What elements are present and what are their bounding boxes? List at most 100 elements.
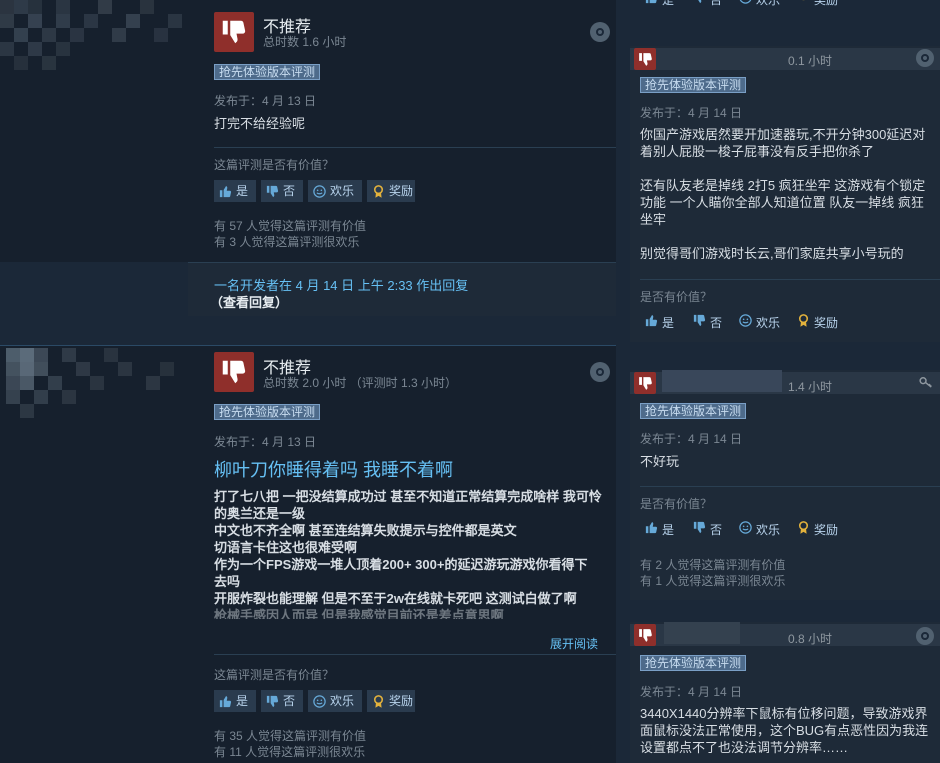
posted-date: 发布于：4 月 13 日 bbox=[214, 94, 317, 108]
avatar-blurred[interactable] bbox=[0, 0, 188, 70]
funny-count: 有 3 人觉得这篇评测很欢乐 bbox=[214, 235, 360, 249]
review-line: 的奥兰还是一级 bbox=[214, 506, 306, 521]
divider bbox=[214, 147, 616, 148]
vote-no-button[interactable]: 否 bbox=[261, 690, 303, 712]
vote-funny-label: 欢乐 bbox=[756, 522, 781, 537]
funny-count: 有 11 人觉得这篇评测很欢乐 bbox=[214, 745, 366, 759]
divider bbox=[640, 486, 940, 487]
steam-icon bbox=[916, 49, 934, 67]
thumbs-up-icon bbox=[644, 0, 659, 8]
early-access-badge: 抢先体验版本评测 bbox=[640, 655, 747, 671]
thumbs-up-icon bbox=[644, 520, 659, 538]
award-label: 奖励 bbox=[814, 0, 838, 8]
early-access-badge: 抢先体验版本评测 bbox=[640, 77, 747, 93]
award-button[interactable]: 奖励 bbox=[796, 519, 838, 539]
award-button[interactable]: 奖励 bbox=[367, 180, 415, 202]
side-review-header bbox=[630, 48, 940, 70]
thumbs-down-icon bbox=[692, 0, 707, 8]
divider bbox=[640, 279, 940, 280]
thumbs-down-icon bbox=[265, 184, 280, 199]
vote-no-label: 否 bbox=[283, 694, 296, 708]
award-button[interactable]: 奖励 bbox=[367, 690, 415, 712]
helpful-count: 有 2 人觉得这篇评测有价值 bbox=[640, 558, 786, 572]
award-label: 奖励 bbox=[389, 694, 414, 708]
vote-funny-button[interactable]: 欢乐 bbox=[308, 690, 362, 712]
review-body: 不推荐 总时数 2.0 小时 （评测时 1.3 小时） 抢先体验版本评测 发布于… bbox=[188, 346, 616, 763]
early-access-badge: 抢先体验版本评测 bbox=[214, 404, 321, 420]
read-more-link[interactable]: 展开阅读 bbox=[550, 635, 598, 652]
posted-date: 发布于：4 月 14 日 bbox=[640, 685, 743, 699]
vote-funny-label: 欢乐 bbox=[330, 184, 355, 198]
posted-date: 发布于：4 月 14 日 bbox=[640, 106, 743, 120]
review-card: 不推荐 总时数 1.6 小时 抢先体验版本评测 发布于：4 月 13 日 打完不… bbox=[0, 0, 616, 262]
smile-icon bbox=[312, 694, 327, 709]
helpful-count: 有 57 人觉得这篇评测有价值 bbox=[214, 219, 367, 233]
view-reply-link[interactable]: （查看回复） bbox=[210, 292, 288, 311]
vote-no-button[interactable]: 否 bbox=[692, 312, 722, 332]
vote-no-button[interactable]: 否 bbox=[692, 519, 722, 539]
vote-no-label: 否 bbox=[283, 184, 296, 198]
award-label: 奖励 bbox=[389, 184, 414, 198]
helpful-question: 是否有价值？ bbox=[640, 497, 713, 511]
award-icon bbox=[796, 0, 811, 8]
award-icon bbox=[371, 184, 386, 199]
vote-yes-button[interactable]: 是 bbox=[214, 180, 256, 202]
early-access-badge: 抢先体验版本评测 bbox=[214, 64, 321, 80]
username-blurred[interactable] bbox=[662, 370, 782, 392]
vote-yes-label: 是 bbox=[662, 522, 675, 537]
vote-no-label: 否 bbox=[710, 0, 722, 8]
review-text: 你国产游戏居然要开加速器玩,不开分钟300延迟对着别人屁股一梭子屁事没有反手把你… bbox=[640, 127, 926, 261]
vote-funny-label: 欢乐 bbox=[330, 694, 355, 708]
avatar-blurred[interactable] bbox=[6, 348, 186, 418]
vote-yes-label: 是 bbox=[236, 184, 249, 198]
vote-no-label: 否 bbox=[710, 315, 723, 330]
funny-count: 有 1 人觉得这篇评测很欢乐 bbox=[640, 574, 786, 588]
thumbs-up-icon bbox=[644, 313, 659, 331]
vote-funny-label: 欢乐 bbox=[756, 0, 780, 8]
thumbs-down-icon bbox=[634, 624, 656, 646]
thumbs-down-icon bbox=[214, 352, 254, 392]
divider bbox=[214, 654, 616, 655]
smile-icon bbox=[312, 184, 327, 199]
vote-funny-button[interactable]: 欢乐 bbox=[738, 519, 780, 539]
review-hours: 1.4 小时 bbox=[788, 380, 833, 394]
steam-icon bbox=[590, 362, 610, 382]
review-hours: 总时数 1.6 小时 bbox=[263, 35, 347, 49]
review-body: 不推荐 总时数 1.6 小时 抢先体验版本评测 发布于：4 月 13 日 打完不… bbox=[188, 0, 616, 262]
username-blurred[interactable] bbox=[664, 622, 740, 644]
vote-funny-label: 欢乐 bbox=[756, 315, 781, 330]
vote-funny-button[interactable]: 欢乐 bbox=[738, 0, 780, 9]
review-line: 中文也不齐全啊 甚至连结算失败提示与控件都是英文 bbox=[214, 523, 517, 538]
review-hours: 总时数 2.0 小时 （评测时 1.3 小时） bbox=[263, 376, 458, 390]
review-card: 不推荐 总时数 2.0 小时 （评测时 1.3 小时） 抢先体验版本评测 发布于… bbox=[0, 345, 616, 763]
review-headline: 柳叶刀你睡得着吗 我睡不着啊 bbox=[214, 460, 453, 480]
review-text: 不好玩 bbox=[640, 454, 680, 469]
thumbs-down-icon bbox=[214, 12, 254, 52]
side-review-card: 1.4 小时 抢先体验版本评测 发布于：4 月 14 日 不好玩 是否有价值？ … bbox=[630, 370, 940, 600]
smile-icon bbox=[738, 520, 753, 538]
helpful-question: 是否有价值？ bbox=[640, 290, 713, 304]
developer-reply-bar: 一名开发者在 4 月 14 日 上午 2:33 作出回复 （查看回复） bbox=[188, 262, 616, 316]
vote-funny-button[interactable]: 欢乐 bbox=[738, 312, 780, 332]
review-hours: 0.1 小时 bbox=[788, 54, 833, 68]
review-line: 去吗 bbox=[214, 574, 241, 589]
vote-yes-button[interactable]: 是 bbox=[644, 519, 674, 539]
award-icon bbox=[371, 694, 386, 709]
award-button[interactable]: 奖励 bbox=[796, 0, 838, 9]
review-hours: 0.8 小时 bbox=[788, 632, 833, 646]
vote-yes-button[interactable]: 是 bbox=[644, 312, 674, 332]
vote-yes-button[interactable]: 是 bbox=[214, 690, 256, 712]
helpful-question: 这篇评测是否有价值？ bbox=[214, 158, 335, 172]
review-line: 开服炸裂也能理解 但是不至于2w在线就卡死吧 这测试白做了啊 bbox=[214, 591, 577, 606]
thumbs-down-icon bbox=[634, 48, 656, 70]
review-text: 3440X1440分辨率下鼠标有位移问题，导致游戏界面鼠标没法正常使用，这个BU… bbox=[640, 706, 929, 755]
award-button[interactable]: 奖励 bbox=[796, 312, 838, 332]
vote-yes-button[interactable]: 是 bbox=[644, 0, 674, 9]
vote-no-label: 否 bbox=[710, 522, 723, 537]
vote-no-button[interactable]: 否 bbox=[261, 180, 303, 202]
vote-funny-button[interactable]: 欢乐 bbox=[308, 180, 362, 202]
side-review-list: 是 否 欢乐 奖励 0.1 小时 抢先体验版本评测 发布于：4 月 14 日 你… bbox=[630, 0, 940, 763]
award-label: 奖励 bbox=[814, 315, 839, 330]
vote-no-button[interactable]: 否 bbox=[692, 0, 722, 9]
review-line: 作为一个FPS游戏一堆人顶着200+ 300+的延迟游玩游戏你看得下 bbox=[214, 557, 588, 572]
